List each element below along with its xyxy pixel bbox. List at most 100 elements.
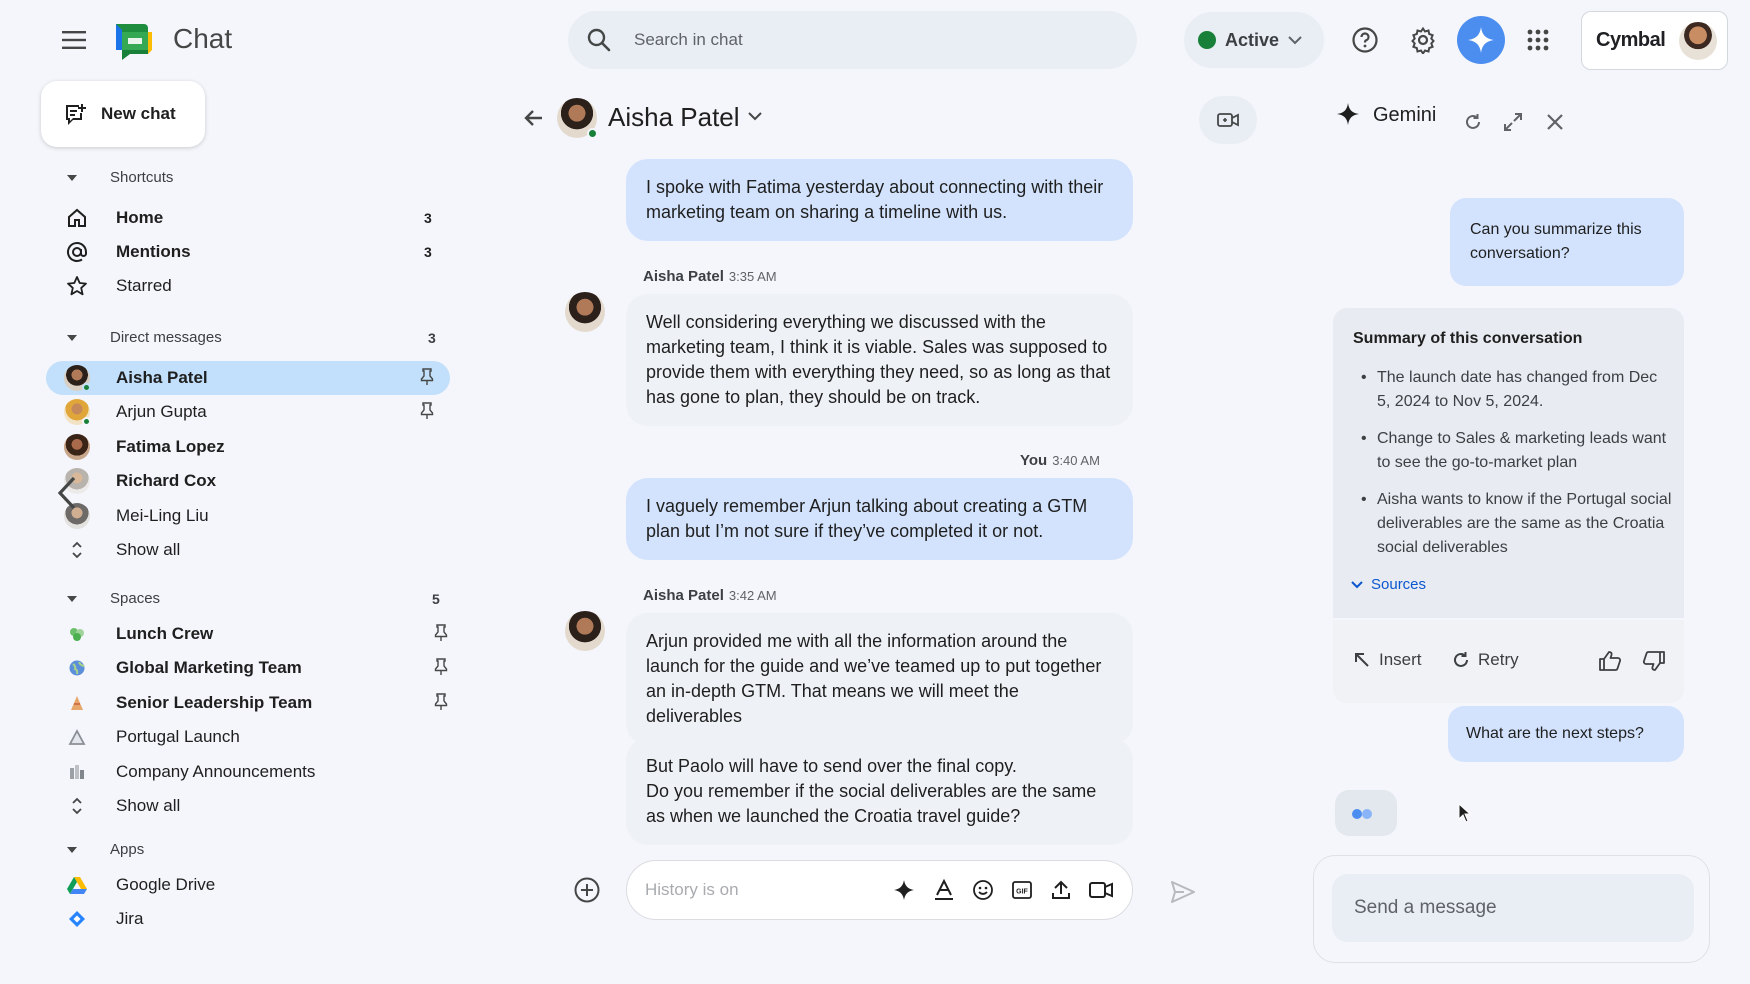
thumbs-down-button[interactable] (1642, 650, 1666, 672)
sidebar-item-lunch-crew[interactable]: Lunch Crew (46, 617, 450, 651)
thumbs-up-icon (1598, 650, 1622, 672)
pin-icon[interactable] (420, 402, 434, 420)
shortcuts-section-toggle[interactable]: Shortcuts (66, 169, 173, 186)
online-indicator (82, 383, 91, 392)
sources-toggle[interactable]: Sources (1351, 576, 1426, 593)
loading-dot (1352, 809, 1362, 819)
lunch-crew-space-icon (64, 621, 90, 647)
gemini-side-panel: Gemini Can you summarize this conversati… (1273, 80, 1750, 984)
account-switcher[interactable]: Cymbal (1581, 11, 1728, 70)
video-call-button[interactable] (1199, 96, 1257, 144)
sidebar-item-label: Mei-Ling Liu (116, 506, 209, 525)
sidebar-item-label: Richard Cox (116, 471, 217, 490)
sidebar-item-mei-ling-liu[interactable]: Mei-Ling Liu (46, 499, 450, 533)
spaces-show-all-button[interactable]: Show all (46, 789, 450, 823)
help-icon (1351, 26, 1379, 54)
pin-icon[interactable] (420, 368, 434, 386)
video-message-icon[interactable] (1089, 879, 1113, 901)
summary-actions: Insert Retry (1333, 618, 1684, 703)
gemini-sparkle-icon (1336, 102, 1360, 126)
close-panel-button[interactable] (1545, 112, 1565, 132)
sender-name: Aisha Patel (643, 587, 724, 604)
close-icon (1545, 112, 1565, 132)
insert-button[interactable]: Insert (1353, 650, 1422, 670)
caret-down-icon (66, 334, 86, 342)
avatar[interactable] (565, 292, 605, 332)
text-format-icon[interactable] (933, 879, 955, 901)
back-button[interactable] (522, 106, 546, 130)
add-circle-icon (573, 876, 601, 904)
sidebar-item-portugal-launch[interactable]: Portugal Launch (46, 720, 450, 754)
sidebar-item-label: Starred (116, 276, 172, 295)
send-button[interactable] (1170, 880, 1196, 904)
avatar[interactable] (557, 98, 598, 139)
emoji-icon[interactable] (972, 879, 994, 901)
message-input[interactable] (645, 861, 875, 919)
expand-panel-button[interactable] (1503, 112, 1523, 132)
chat-title[interactable]: Aisha Patel (608, 102, 740, 133)
direct-messages-section-toggle[interactable]: Direct messages 3 (66, 329, 436, 346)
chevron-left-icon (56, 475, 78, 511)
org-logo: Cymbal (1596, 29, 1666, 51)
apps-launcher-button[interactable] (1518, 20, 1558, 60)
send-icon (1170, 880, 1196, 904)
sidebar-item-home[interactable]: Home 3 (46, 201, 450, 235)
unread-count-badge: 3 (424, 244, 432, 260)
dms-show-all-button[interactable]: Show all (46, 533, 450, 567)
pin-icon[interactable] (434, 693, 448, 711)
carousel-previous-button[interactable] (56, 475, 78, 511)
sidebar-item-senior-leadership-team[interactable]: Senior Leadership Team (46, 686, 450, 720)
gemini-button[interactable] (1457, 16, 1505, 64)
message-timestamp: 3:35 AM (728, 269, 777, 284)
gemini-sparkle-icon[interactable] (893, 879, 915, 901)
sidebar-item-label: Global Marketing Team (116, 658, 302, 677)
new-chat-button[interactable]: New chat (41, 81, 205, 147)
help-button[interactable] (1345, 20, 1385, 60)
sidebar-item-global-marketing-team[interactable]: Global Marketing Team (46, 651, 450, 685)
status-dropdown[interactable]: Active (1184, 12, 1324, 68)
search-bar[interactable] (568, 11, 1137, 69)
pin-icon[interactable] (434, 658, 448, 676)
retry-button[interactable]: Retry (1452, 650, 1519, 670)
settings-button[interactable] (1403, 20, 1443, 60)
spaces-section-toggle[interactable]: Spaces 5 (66, 590, 440, 607)
gemini-input-area (1313, 855, 1710, 963)
refresh-button[interactable] (1463, 112, 1483, 132)
pin-icon[interactable] (434, 624, 448, 642)
gif-icon[interactable]: GIF (1011, 879, 1033, 901)
status-dot-icon (1198, 31, 1216, 49)
apps-section-toggle[interactable]: Apps (66, 841, 144, 858)
sidebar-item-mentions[interactable]: Mentions 3 (46, 235, 450, 269)
sidebar-item-company-announcements[interactable]: Company Announcements (46, 755, 450, 789)
upload-icon[interactable] (1050, 879, 1072, 901)
add-attachment-button[interactable] (573, 876, 601, 904)
spaces-heading: Spaces (110, 590, 161, 607)
caret-down-icon (66, 846, 86, 854)
leadership-space-icon (64, 690, 90, 716)
sidebar-item-richard-cox[interactable]: Richard Cox (46, 464, 450, 498)
search-input[interactable] (634, 11, 1114, 69)
gemini-message-box[interactable] (1332, 874, 1694, 942)
sidebar-item-jira[interactable]: Jira (46, 902, 450, 936)
avatar[interactable] (565, 611, 605, 651)
sidebar-item-label: Lunch Crew (116, 624, 214, 643)
sidebar-item-aisha-patel[interactable]: Aisha Patel (46, 361, 450, 395)
sidebar-item-label: Portugal Launch (116, 727, 240, 746)
hamburger-menu-icon (62, 31, 86, 49)
message-composer[interactable]: GIF (626, 860, 1133, 920)
sidebar-item-starred[interactable]: Starred (46, 269, 450, 303)
thumbs-up-button[interactable] (1598, 650, 1622, 672)
summary-bullet: Change to Sales & marketing leads want t… (1353, 427, 1673, 475)
sidebar-item-arjun-gupta[interactable]: Arjun Gupta (46, 395, 450, 429)
main-menu-button[interactable] (56, 22, 92, 58)
avatar (64, 365, 91, 392)
sidebar-item-fatima-lopez[interactable]: Fatima Lopez (46, 430, 450, 464)
new-chat-label: New chat (101, 104, 176, 123)
gemini-message-input[interactable] (1354, 874, 1674, 942)
gemini-loading-indicator (1335, 790, 1397, 836)
chevron-down-icon[interactable] (748, 112, 762, 121)
new-chat-icon (63, 102, 87, 126)
chat-logo-icon[interactable] (112, 18, 156, 62)
message-bubble: Arjun provided me with all the informati… (626, 613, 1133, 745)
sidebar-item-google-drive[interactable]: Google Drive (46, 868, 450, 902)
